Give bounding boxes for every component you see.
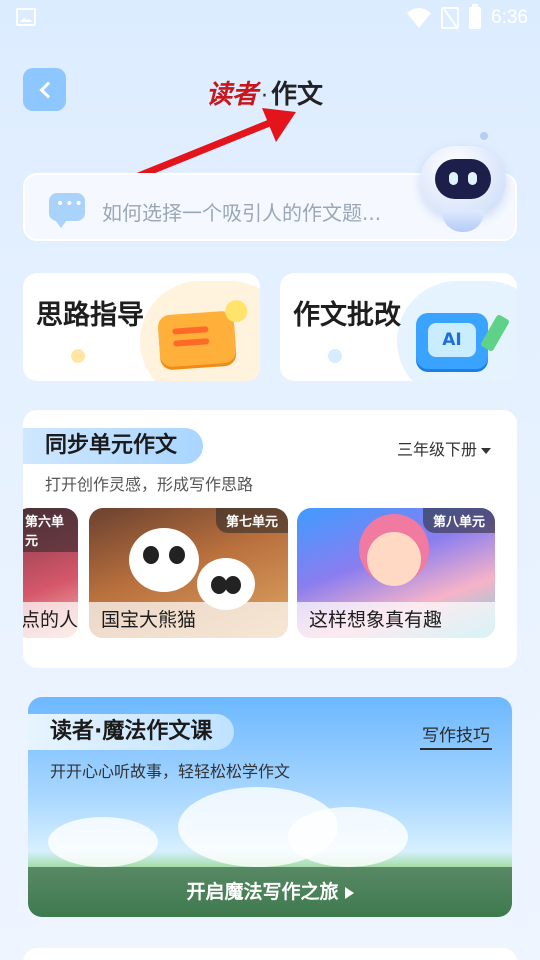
grade-selector[interactable]: 三年级下册 — [397, 436, 491, 460]
caret-down-icon — [481, 447, 491, 454]
robot-eye-right — [468, 172, 477, 185]
magic-course-subtitle: 开开心心听故事，轻轻松松学作文 — [50, 762, 291, 781]
panda-illustration — [129, 528, 199, 592]
search-placeholder: 如何选择一个吸引人的作文题... — [102, 201, 382, 225]
cloud-decoration — [288, 807, 408, 867]
next-section-card — [23, 948, 517, 960]
chat-bubble-icon — [49, 193, 85, 228]
robot-antenna — [480, 132, 488, 140]
unit-badge: 第八单元 — [422, 508, 495, 533]
unit-label: 点的人 — [23, 602, 78, 638]
writing-tips-link[interactable]: 写作技巧 — [420, 719, 492, 750]
magic-course-title: 读者·魔法作文课 — [28, 714, 235, 750]
ai-icon-text: AI — [428, 323, 476, 357]
cloud-decoration — [48, 817, 158, 867]
robot-face — [435, 159, 491, 199]
unit-badge: 第七单元 — [215, 508, 288, 533]
ai-robot-mascot[interactable] — [414, 128, 512, 238]
start-magic-writing-button[interactable]: 开启魔法写作之旅 — [28, 867, 512, 917]
ai-robot-pen-icon: AI — [416, 313, 488, 369]
sync-unit-section: 同步单元作文 三年级下册 打开创作灵感，形成写作思路 第六单元 点的人 第七单元… — [23, 410, 517, 668]
essay-correction-label: 作文批改 — [293, 300, 401, 331]
robot-head — [420, 146, 506, 216]
card-dot-decoration — [328, 349, 342, 363]
sync-unit-subtitle: 打开创作灵感，形成写作思路 — [45, 475, 254, 494]
mermaid-girl-illustration — [367, 532, 421, 586]
robot-body — [442, 210, 484, 232]
unit-label: 国宝大熊猫 — [89, 602, 288, 638]
unit-card-8[interactable]: 第八单元 这样想象真有趣 — [297, 508, 495, 638]
start-magic-writing-label: 开启魔法写作之旅 — [186, 881, 339, 903]
idea-guidance-label: 思路指导 — [36, 300, 144, 331]
idea-guidance-card[interactable]: 思路指导 — [23, 273, 260, 381]
unit-label: 这样想象真有趣 — [297, 602, 495, 638]
idea-board-lightbulb-icon — [157, 310, 237, 368]
essay-correction-card[interactable]: 作文批改 AI — [280, 273, 517, 381]
unit-card-6[interactable]: 第六单元 点的人 — [23, 508, 78, 638]
robot-eye-left — [449, 172, 458, 185]
magic-writing-course-banner[interactable]: 读者·魔法作文课 写作技巧 开开心心听故事，轻轻松松学作文 开启魔法写作之旅 — [28, 697, 512, 917]
sync-unit-title: 同步单元作文 — [23, 428, 204, 464]
unit-badge: 第六单元 — [23, 508, 78, 552]
card-dot-decoration — [71, 349, 85, 363]
unit-card-7[interactable]: 第七单元 国宝大熊猫 — [89, 508, 288, 638]
grade-selector-label: 三年级下册 — [396, 440, 477, 459]
play-icon — [344, 886, 354, 899]
